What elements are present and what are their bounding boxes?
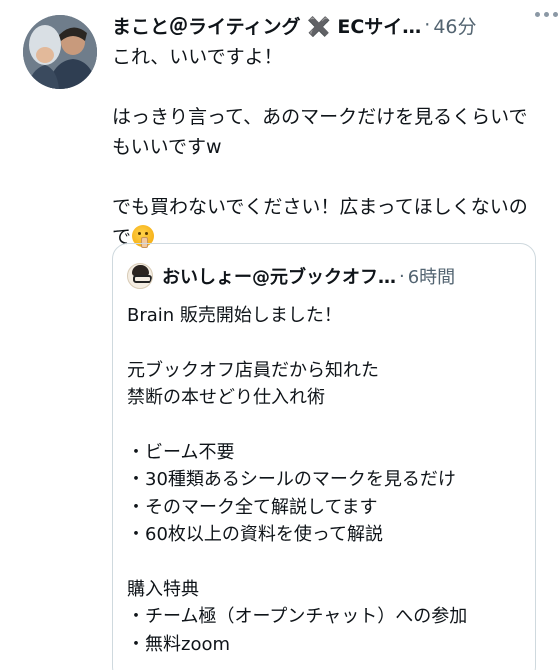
author-photo bbox=[23, 15, 97, 89]
separator: · bbox=[424, 14, 431, 36]
quote-author-name: おいしょー@元ブックオフ… bbox=[162, 267, 396, 288]
tweet-text: これ、いいですよ！ はっきり言って、あのマークだけを見るくらいでもいいですw で… bbox=[112, 42, 542, 252]
tweet-text-content: これ、いいですよ！ はっきり言って、あのマークだけを見るくらいでもいいですw で… bbox=[112, 46, 528, 248]
more-dot bbox=[553, 12, 558, 17]
more-options-icon[interactable] bbox=[535, 12, 558, 17]
quote-timestamp: 6時間 bbox=[407, 267, 456, 288]
separator: · bbox=[399, 265, 405, 287]
more-dot bbox=[544, 12, 549, 17]
tweet-header: まこと＠ライティング ✖️ ECサイ… · 46分 bbox=[112, 10, 542, 40]
quote-text: Brain 販売開始しました！ 元ブックオフ店員だから知れた 禁断の本せどり仕入… bbox=[127, 305, 468, 655]
author-avatar[interactable] bbox=[23, 15, 97, 89]
quote-tweet-card[interactable]: おいしょー@元ブックオフ… · 6時間 Brain 販売開始しました！ 元ブック… bbox=[112, 243, 536, 670]
tweet-body: まこと＠ライティング ✖️ ECサイ… · 46分 これ、いいですよ！ はっきり… bbox=[112, 10, 542, 252]
quote-author-avatar bbox=[127, 263, 153, 289]
author-name[interactable]: まこと＠ライティング ✖️ ECサイ… bbox=[112, 12, 421, 39]
more-dot bbox=[535, 12, 540, 17]
tweet[interactable]: まこと＠ライティング ✖️ ECサイ… · 46分 これ、いいですよ！ はっきり… bbox=[0, 0, 560, 670]
timestamp[interactable]: 46分 bbox=[433, 12, 476, 39]
quote-header: おいしょー@元ブックオフ… · 6時間 bbox=[127, 263, 521, 289]
